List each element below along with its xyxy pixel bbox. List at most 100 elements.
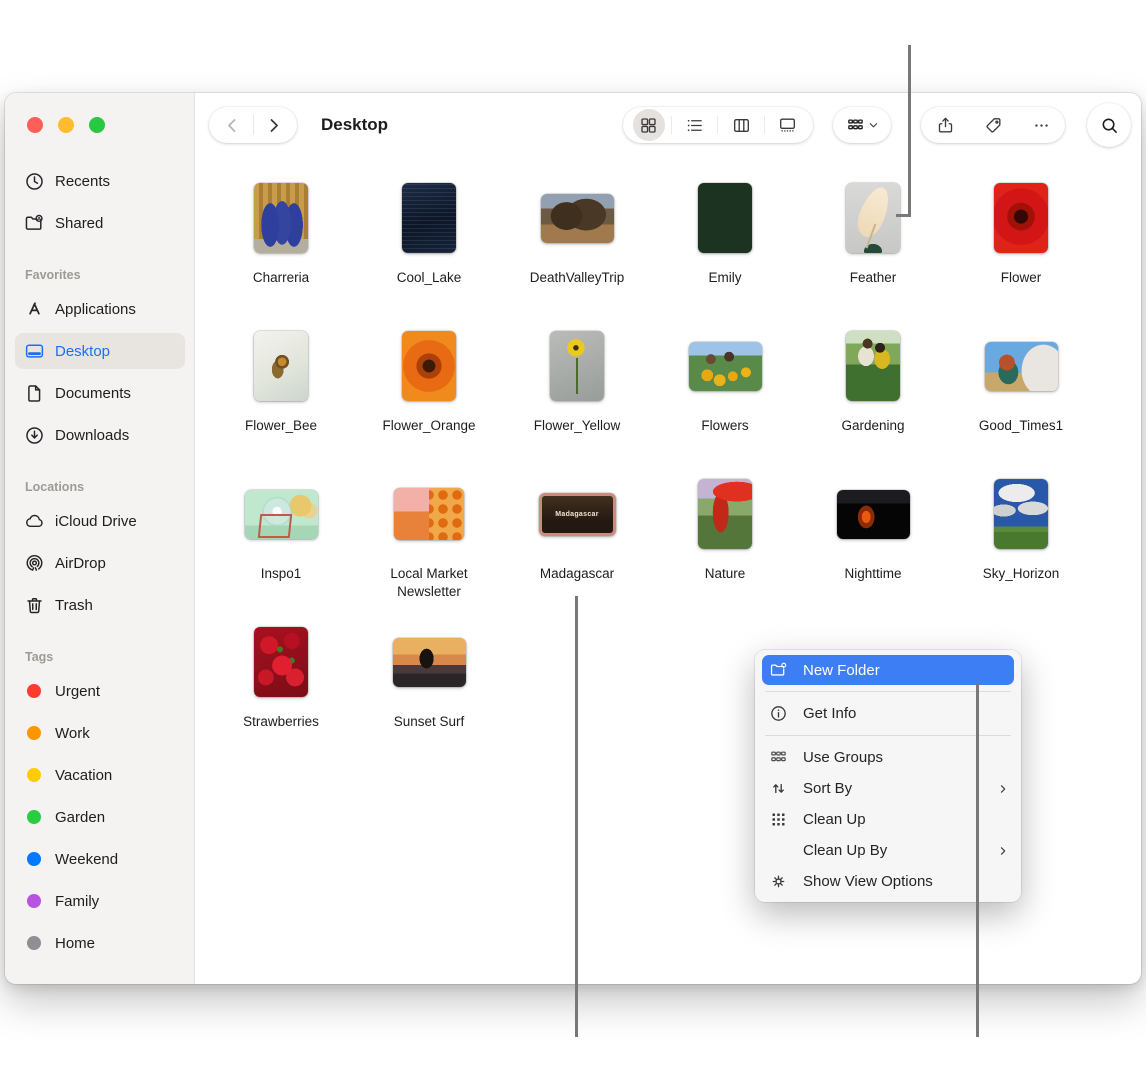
sidebar-item-vacation[interactable]: Vacation (15, 757, 185, 793)
more-button[interactable] (1019, 107, 1063, 143)
file-item-cool-lake[interactable]: Cool_Lake (355, 172, 503, 320)
back-button[interactable] (213, 107, 253, 143)
sidebar-item-applications[interactable]: Applications (15, 291, 185, 327)
tags-button[interactable] (971, 107, 1015, 143)
file-item-nighttime[interactable]: Nighttime (799, 468, 947, 616)
file-label: Good_Times1 (979, 417, 1063, 435)
divider (717, 116, 718, 134)
chevron-left-icon (223, 116, 242, 135)
file-item-emily[interactable]: Emily (651, 172, 799, 320)
share-button[interactable] (923, 107, 967, 143)
group-by-button[interactable] (833, 107, 891, 143)
sidebar-item-label: Downloads (55, 427, 129, 444)
sidebar-item-label: Trash (55, 597, 93, 614)
sidebar-item-airdrop[interactable]: AirDrop (15, 545, 185, 581)
chevron-right-icon (264, 116, 283, 135)
file-item-madagascar[interactable]: MadagascarMadagascar (503, 468, 651, 616)
sidebar-item-documents[interactable]: Documents (15, 375, 185, 411)
gallery-view-icon (778, 116, 797, 135)
sidebar-item-label: Family (55, 893, 99, 910)
column-view-button[interactable] (720, 107, 762, 143)
menu-item-label: Clean Up By (803, 842, 997, 859)
tag-dot-icon (27, 894, 41, 908)
airdrop-icon (24, 553, 45, 574)
sidebar-item-weekend[interactable]: Weekend (15, 841, 185, 877)
file-label: Inspo1 (261, 565, 302, 583)
page: Recents Shared Favorites Applications Deskto… (0, 0, 1146, 1083)
file-item-strawberries[interactable]: Strawberries (207, 616, 355, 764)
file-item-flower[interactable]: Flower (947, 172, 1095, 320)
file-item-flower-yellow[interactable]: Flower_Yellow (503, 320, 651, 468)
sidebar-item-label: Garden (55, 809, 105, 826)
applications-icon (24, 299, 45, 320)
columns-view-icon (732, 116, 751, 135)
file-thumbnail (994, 183, 1048, 253)
sidebar-item-desktop[interactable]: Desktop (15, 333, 185, 369)
file-label: Charreria (253, 269, 309, 287)
forward-button[interactable] (254, 107, 294, 143)
file-label: Emily (709, 269, 742, 287)
close-button[interactable] (27, 117, 43, 133)
menu-item-show-view-options[interactable]: Show View Options (755, 866, 1021, 897)
sidebar-section-header: Tags (5, 647, 195, 667)
document-icon (24, 383, 45, 404)
file-label: Cool_Lake (397, 269, 462, 287)
sidebar-item-label: Weekend (55, 851, 118, 868)
sidebar-item-recents[interactable]: Recents (15, 163, 185, 199)
file-item-flower-bee[interactable]: Flower_Bee (207, 320, 355, 468)
new-folder-icon (769, 661, 791, 680)
file-label: Gardening (841, 417, 904, 435)
file-item-feather[interactable]: Feather (799, 172, 947, 320)
file-thumbnail-box (207, 320, 355, 412)
sidebar-item-family[interactable]: Family (15, 883, 185, 919)
file-thumbnail-box (503, 172, 651, 264)
zoom-button[interactable] (89, 117, 105, 133)
list-view-button[interactable] (674, 107, 716, 143)
action-buttons (921, 107, 1065, 143)
sidebar-nav: Recents Shared Favorites Applications Deskto… (5, 163, 195, 967)
menu-item-clean-up[interactable]: Clean Up (755, 804, 1021, 835)
traffic-lights (27, 117, 105, 133)
tag-dot-icon (27, 852, 41, 866)
menu-item-get-info[interactable]: Get Info (755, 698, 1021, 729)
menu-item-new-folder[interactable]: New Folder (762, 655, 1014, 685)
file-item-flowers[interactable]: Flowers (651, 320, 799, 468)
sidebar-item-icloud-drive[interactable]: iCloud Drive (15, 503, 185, 539)
file-label: Sunset Surf (394, 713, 465, 731)
file-thumbnail (541, 194, 614, 243)
sidebar-item-trash[interactable]: Trash (15, 587, 185, 623)
gallery-view-button[interactable] (766, 107, 808, 143)
file-label: Madagascar (540, 565, 614, 583)
file-item-nature[interactable]: Nature (651, 468, 799, 616)
file-item-good-times1[interactable]: Good_Times1 (947, 320, 1095, 468)
sidebar-item-garden[interactable]: Garden (15, 799, 185, 835)
sidebar-item-work[interactable]: Work (15, 715, 185, 751)
file-item-flower-orange[interactable]: Flower_Orange (355, 320, 503, 468)
file-item-charreria[interactable]: Charreria (207, 172, 355, 320)
sidebar-item-urgent[interactable]: Urgent (15, 673, 185, 709)
sidebar-item-shared[interactable]: Shared (15, 205, 185, 241)
nav-buttons (209, 107, 297, 143)
sidebar-item-home[interactable]: Home (15, 925, 185, 961)
minimize-button[interactable] (58, 117, 74, 133)
sidebar-item-label: Applications (55, 301, 136, 318)
file-item-sky-horizon[interactable]: Sky_Horizon (947, 468, 1095, 616)
menu-item-sort-by[interactable]: Sort By (755, 773, 1021, 804)
sidebar-item-downloads[interactable]: Downloads (15, 417, 185, 453)
file-item-deathvalleytrip[interactable]: DeathValleyTrip (503, 172, 651, 320)
search-button[interactable] (1087, 103, 1131, 147)
file-item-local-market-newsletter[interactable]: Local Market Newsletter (355, 468, 503, 616)
file-item-sunset-surf[interactable]: Sunset Surf (355, 616, 503, 764)
menu-item-use-groups[interactable]: Use Groups (755, 742, 1021, 773)
file-thumbnail-box (207, 172, 355, 264)
sidebar-section-header: Favorites (5, 265, 195, 285)
file-label: Flower_Orange (382, 417, 475, 435)
file-thumbnail-box (947, 172, 1095, 264)
file-item-gardening[interactable]: Gardening (799, 320, 947, 468)
file-label: DeathValleyTrip (530, 269, 625, 287)
sidebar-item-label: Urgent (55, 683, 100, 700)
group-by-icon (846, 116, 865, 135)
menu-item-clean-up-by[interactable]: Clean Up By (755, 835, 1021, 866)
icon-view-button[interactable] (628, 107, 670, 143)
file-item-inspo1[interactable]: Inspo1 (207, 468, 355, 616)
